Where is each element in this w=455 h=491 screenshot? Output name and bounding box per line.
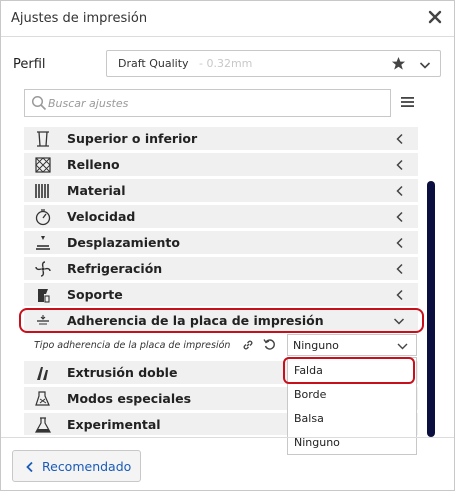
adhesion-type-value: Ninguno [293, 339, 339, 352]
chevron-left-icon [396, 211, 403, 223]
chevron-left-icon [396, 159, 403, 171]
category-label: Superior o inferior [67, 131, 198, 146]
adhesion-category-highlight [19, 308, 424, 333]
option-ninguno[interactable]: Ninguno [288, 430, 416, 454]
chevron-left-icon [396, 263, 403, 275]
menu-icon[interactable] [401, 96, 414, 108]
category-label: Experimental [67, 417, 161, 432]
profile-name: Draft Quality [118, 57, 189, 70]
search-input[interactable]: Buscar ajustes [24, 89, 391, 117]
support-icon [38, 289, 50, 303]
top-bottom-icon [37, 131, 49, 147]
chevron-down-icon [419, 62, 431, 69]
travel-icon [36, 236, 50, 250]
category-label: Extrusión doble [67, 365, 178, 380]
category-travel[interactable]: Desplazamiento [24, 231, 418, 254]
chevron-left-icon [396, 289, 403, 301]
category-infill[interactable]: Relleno [24, 153, 418, 176]
window-title: Ajustes de impresión [11, 11, 148, 26]
category-top-bottom[interactable]: Superior o inferior [24, 127, 418, 150]
speed-icon [35, 209, 51, 226]
recommended-label: Recomendado [42, 459, 132, 474]
print-settings-window: Ajustes de impresión Perfil Draft Qualit… [0, 0, 455, 491]
search-placeholder: Buscar ajustes [48, 97, 129, 110]
adhesion-type-setting: Tipo adherencia de la placa de impresión… [24, 333, 418, 357]
category-label: Desplazamiento [67, 235, 180, 250]
infill-icon [35, 157, 51, 173]
category-support[interactable]: Soporte [24, 283, 418, 306]
category-label: Material [67, 183, 126, 198]
option-label: Borde [294, 388, 327, 401]
close-icon[interactable] [426, 8, 444, 26]
category-cooling[interactable]: Refrigeración [24, 257, 418, 280]
option-label: Balsa [294, 412, 324, 425]
footer-divider [1, 437, 454, 438]
reset-icon[interactable] [263, 338, 276, 351]
option-balsa[interactable]: Balsa [288, 406, 416, 430]
adhesion-type-label: Tipo adherencia de la placa de impresión [34, 340, 231, 351]
category-label: Refrigeración [67, 261, 163, 276]
settings-scrollbar[interactable] [427, 181, 435, 437]
category-speed[interactable]: Velocidad [24, 205, 418, 228]
category-label: Velocidad [67, 209, 136, 224]
falda-option-highlight [283, 357, 415, 384]
recommended-button[interactable]: Recomendado [12, 450, 141, 482]
chevron-left-icon [26, 461, 33, 473]
cooling-fan-icon [35, 261, 51, 277]
profile-selector[interactable]: Draft Quality - 0.32mm [106, 50, 441, 77]
title-bar: Ajustes de impresión [1, 1, 454, 37]
category-label: Modos especiales [67, 391, 192, 406]
chevron-left-icon [396, 185, 403, 197]
experimental-icon [34, 417, 52, 433]
search-icon [31, 95, 47, 111]
special-modes-icon [35, 391, 50, 406]
chevron-down-icon [397, 343, 408, 350]
chevron-left-icon [396, 237, 403, 249]
dual-extrusion-icon [37, 367, 48, 380]
adhesion-type-dropdown[interactable]: Ninguno [287, 334, 417, 356]
chevron-left-icon [396, 133, 403, 145]
material-icon [35, 184, 49, 198]
category-label: Soporte [67, 287, 123, 302]
link-icon[interactable] [242, 339, 254, 351]
category-material[interactable]: Material [24, 179, 418, 202]
category-label: Relleno [67, 157, 120, 172]
profile-label: Perfil [13, 57, 46, 72]
option-borde[interactable]: Borde [288, 382, 416, 406]
profile-layer-height: - 0.32mm [199, 57, 253, 70]
star-icon[interactable] [391, 56, 406, 71]
